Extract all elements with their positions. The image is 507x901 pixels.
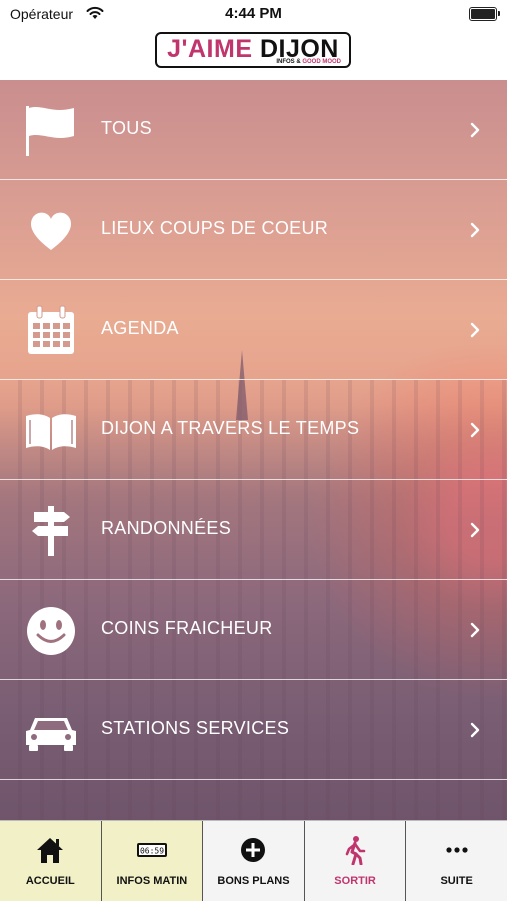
more-dots-icon	[441, 835, 473, 865]
menu-item-label: DIJON A TRAVERS LE TEMPS	[101, 418, 360, 438]
heart-icon	[30, 212, 72, 250]
battery-icon	[469, 7, 500, 21]
chevron-right-icon	[470, 522, 480, 538]
clock-display-text: 06:59	[140, 847, 164, 856]
menu-item-label: STATIONS SERVICES	[101, 718, 290, 738]
home-icon	[34, 835, 66, 865]
menu-item-partial[interactable]	[0, 780, 507, 820]
bottom-tab-bar: ACCUEIL 06:59 INFOS MATIN BONS PLANS SOR…	[0, 820, 507, 901]
logo-tag-accent: GOOD MOOD	[302, 59, 341, 65]
chevron-right-icon	[470, 622, 480, 638]
content-area: TOUS LIEUX COUPS DE COEUR AGENDA DIJON A…	[0, 80, 507, 820]
chevron-right-icon	[470, 222, 480, 238]
status-time: 4:44 PM	[225, 5, 282, 22]
menu-item-coins-fraicheur[interactable]: COINS FRAICHEUR	[0, 580, 507, 680]
car-icon	[26, 718, 76, 751]
book-icon	[26, 414, 76, 450]
cloud-icon	[24, 804, 78, 820]
chevron-right-icon	[470, 722, 480, 738]
logo-tagline: INFOS & GOOD MOOD	[276, 59, 341, 65]
tab-label: SUITE	[440, 875, 473, 887]
menu-item-label: LIEUX COUPS DE COEUR	[101, 218, 329, 238]
clock-display-icon: 06:59	[136, 835, 168, 865]
logo-word-jaime: J'AIME	[167, 35, 253, 63]
app-logo: J'AIME DIJON INFOS & GOOD MOOD	[155, 32, 351, 68]
walking-person-icon	[339, 835, 371, 865]
app-header: J'AIME DIJON INFOS & GOOD MOOD	[0, 28, 507, 80]
menu-item-label: TOUS	[101, 118, 152, 138]
status-bar: Opérateur 4:44 PM	[0, 0, 507, 28]
tab-accueil[interactable]: ACCUEIL	[0, 821, 102, 901]
tab-label: ACCUEIL	[25, 875, 75, 887]
menu-item-lieux-coups-de-coeur[interactable]: LIEUX COUPS DE COEUR	[0, 180, 507, 280]
menu-item-stations-services[interactable]: STATIONS SERVICES	[0, 680, 507, 780]
tab-label: BONS PLANS	[217, 875, 290, 887]
tab-bons-plans[interactable]: BONS PLANS	[203, 821, 305, 901]
flag-icon	[26, 106, 74, 156]
menu-item-dijon-a-travers-le-temps[interactable]: DIJON A TRAVERS LE TEMPS	[0, 380, 507, 480]
menu-item-label: RANDONNÉES	[101, 518, 232, 538]
menu-item-label: AGENDA	[101, 318, 179, 338]
chevron-right-icon	[470, 422, 480, 438]
tab-sortir[interactable]: SORTIR	[304, 821, 407, 901]
tab-label: INFOS MATIN	[116, 875, 188, 887]
logo-tag-part: INFOS &	[276, 59, 303, 65]
menu-item-tous[interactable]: TOUS	[0, 80, 507, 180]
chevron-right-icon	[470, 322, 480, 338]
menu-item-label: COINS FRAICHEUR	[101, 618, 273, 638]
signpost-icon	[32, 506, 70, 556]
calendar-icon	[28, 305, 74, 354]
menu-item-randonnees[interactable]: RANDONNÉES	[0, 480, 507, 580]
plus-circle-icon	[237, 835, 269, 865]
category-menu: TOUS LIEUX COUPS DE COEUR AGENDA DIJON A…	[0, 80, 507, 820]
tab-suite[interactable]: SUITE	[406, 821, 507, 901]
smiley-icon	[27, 607, 75, 655]
tab-label: SORTIR	[334, 875, 376, 887]
tab-infos-matin[interactable]: 06:59 INFOS MATIN	[101, 821, 204, 901]
menu-item-agenda[interactable]: AGENDA	[0, 280, 507, 380]
chevron-right-icon	[470, 122, 480, 138]
